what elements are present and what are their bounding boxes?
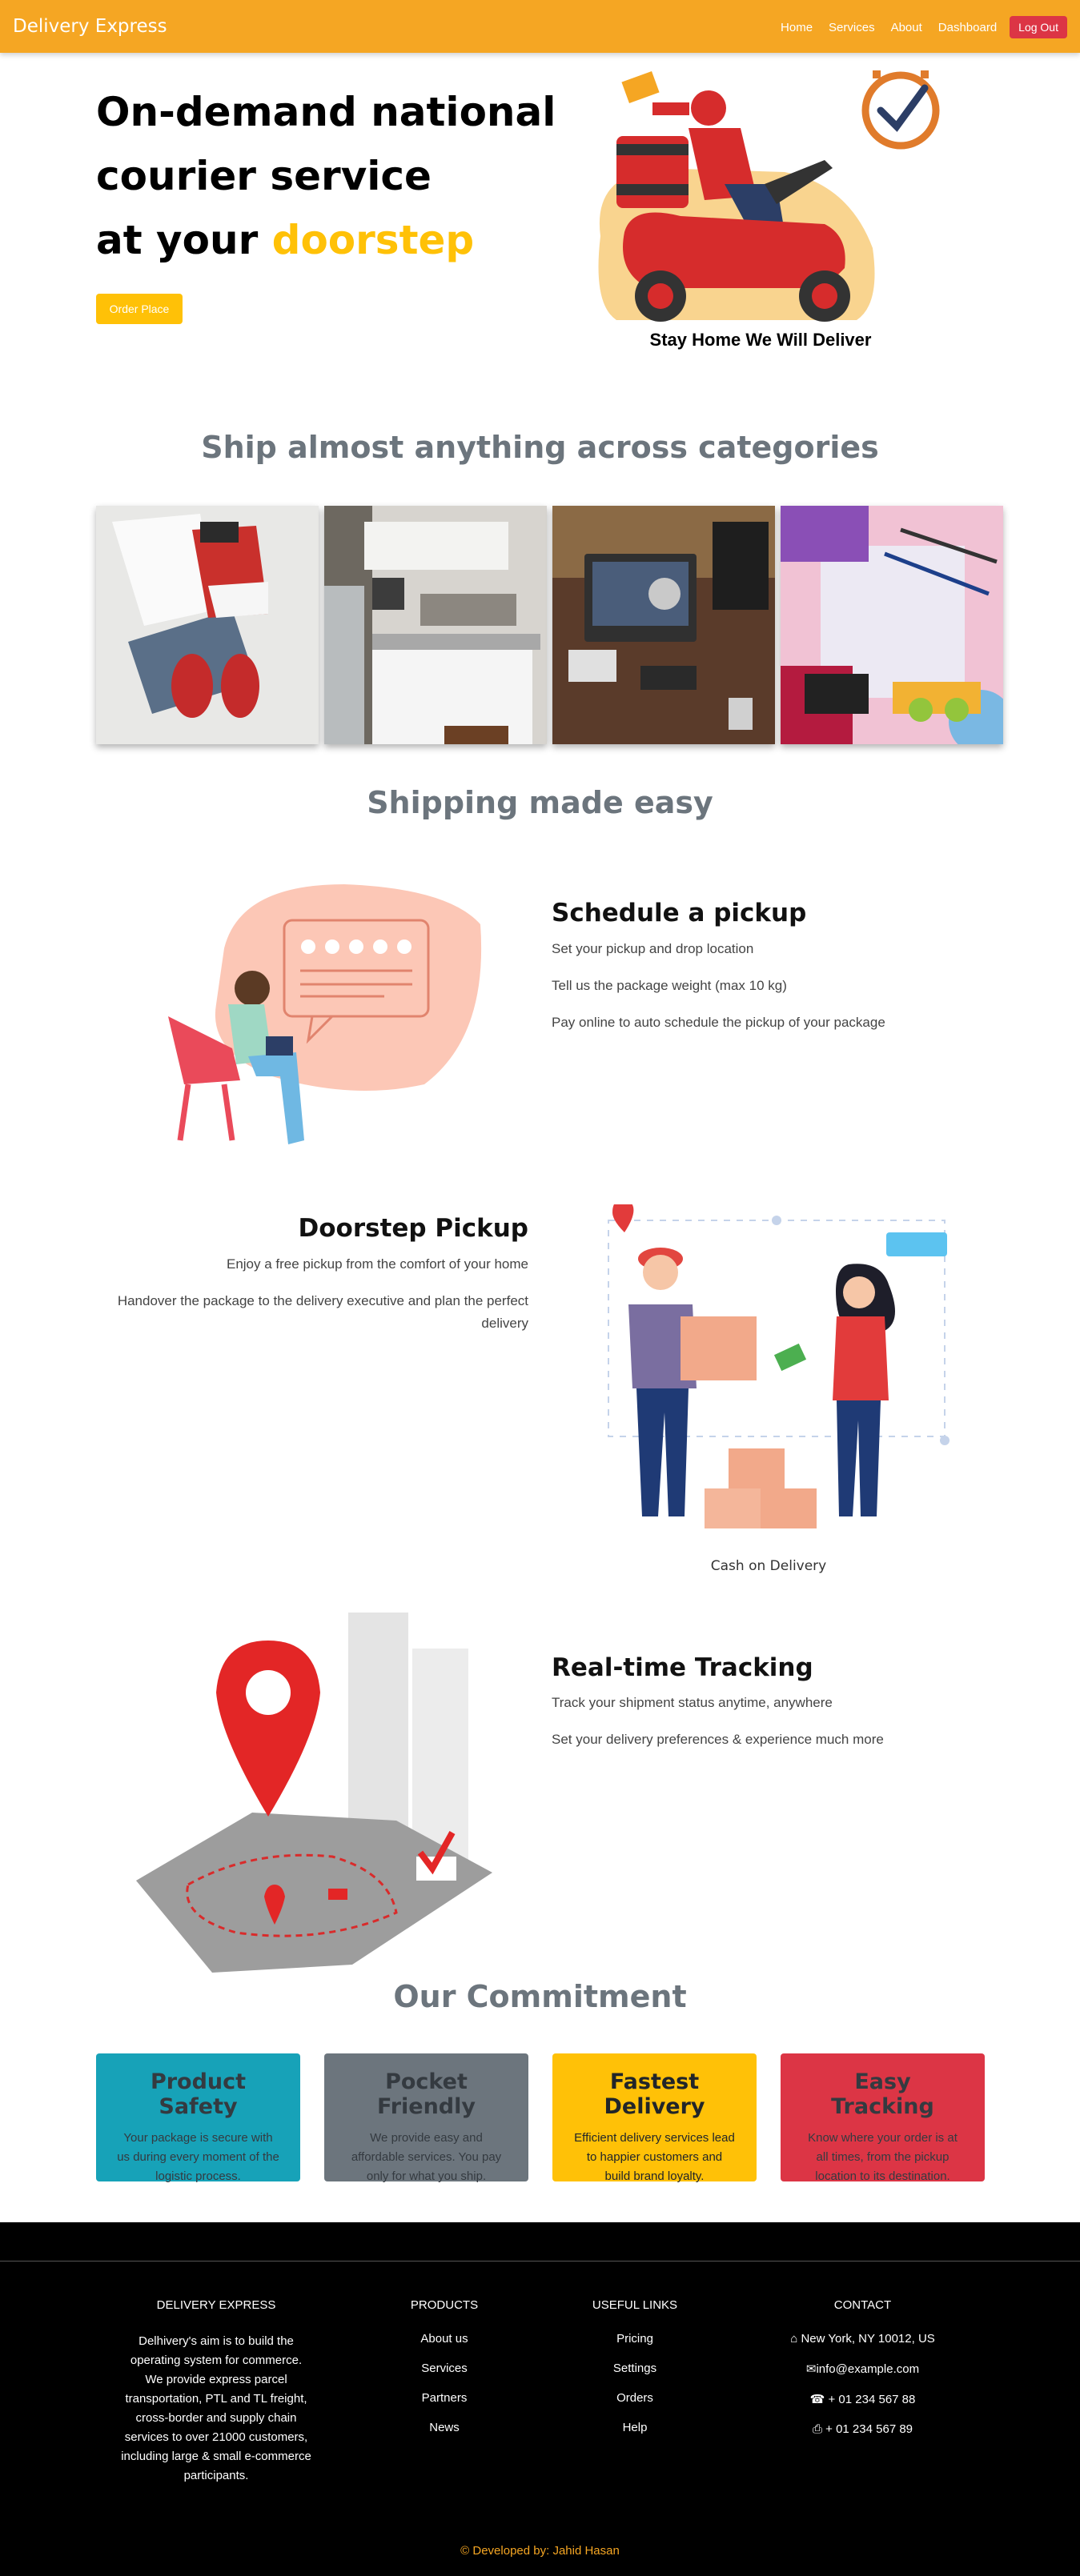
footer-products-title: PRODUCTS <box>410 2298 479 2312</box>
footer-about-text: Delhivery's aim is to build the operatin… <box>121 2334 311 2482</box>
doorstep-pickup-title: Doorstep Pickup <box>298 1214 529 1243</box>
developer-credit: © Developed by: Jahid Hasan <box>460 2544 620 2558</box>
category-image-kitchen <box>324 506 547 744</box>
hero-line-1: On-demand national <box>96 89 556 135</box>
hero-line-3-prefix: at your <box>96 217 272 263</box>
nav-services[interactable]: Services <box>829 21 875 34</box>
schedule-line-3: Pay online to auto schedule the pickup o… <box>552 1015 885 1030</box>
phone-icon: ☎ <box>809 2393 825 2406</box>
category-image-stationery <box>781 506 1003 744</box>
hero-line-3: at your doorstep <box>96 208 556 272</box>
category-image-clothing <box>96 506 319 744</box>
schedule-line-2: Tell us the package weight (max 10 kg) <box>552 978 787 993</box>
shipping-title: Shipping made easy <box>367 785 713 820</box>
category-image-electronics <box>552 506 775 744</box>
footer-link-partners[interactable]: Partners <box>384 2391 504 2405</box>
real-time-tracking-illustration <box>136 1613 492 1973</box>
doorstep-line-2: Handover the package to the delivery exe… <box>117 1293 528 1331</box>
card-title: Pocket Friendly <box>376 2069 476 2119</box>
card-text: Efficient delivery services lead to happ… <box>574 2131 735 2183</box>
footer: DELIVERY EXPRESS Delhivery's aim is to b… <box>0 2222 1080 2576</box>
footer-divider <box>0 2261 1080 2262</box>
hero-caption: Stay Home We Will Deliver <box>649 330 872 350</box>
doorstep-line-1: Enjoy a free pickup from the comfort of … <box>226 1256 528 1272</box>
footer-contact: CONTACT ⌂ New York, NY 10012, US ✉info@e… <box>769 2298 957 2452</box>
footer-useful-links: USEFUL LINKS Pricing Settings Orders Hel… <box>575 2298 695 2450</box>
card-title: Product Safety <box>150 2069 247 2119</box>
schedule-line-1: Set your pickup and drop location <box>552 941 754 956</box>
footer-link-help[interactable]: Help <box>575 2421 695 2434</box>
home-icon: ⌂ <box>790 2332 798 2346</box>
real-time-tracking-title: Real-time Tracking <box>552 1653 813 1682</box>
envelope-icon: ✉ <box>805 2362 817 2376</box>
nav-about[interactable]: About <box>891 21 922 34</box>
contact-fax-text: + 01 234 567 89 <box>825 2422 913 2436</box>
contact-email-text: info@example.com <box>816 2362 920 2376</box>
footer-link-about-us[interactable]: About us <box>384 2332 504 2346</box>
printer-icon: ⎙ <box>812 2422 822 2436</box>
hero-accent-word: doorstep <box>271 217 475 263</box>
card-text: Your package is secure with us during ev… <box>117 2131 279 2183</box>
navbar: Delivery Express Home Services About Das… <box>0 0 1080 53</box>
tracking-line-2: Set your delivery preferences & experien… <box>552 1732 884 1747</box>
schedule-pickup-illustration <box>168 884 482 1144</box>
logout-button[interactable]: Log Out <box>1010 16 1067 38</box>
contact-phone: ☎ + 01 234 567 88 <box>769 2392 957 2406</box>
footer-link-news[interactable]: News <box>384 2421 504 2434</box>
schedule-pickup-title: Schedule a pickup <box>552 899 807 927</box>
footer-link-settings[interactable]: Settings <box>575 2362 695 2375</box>
tracking-line-1: Track your shipment status anytime, anyw… <box>552 1695 833 1710</box>
card-fastest-delivery: Fastest Delivery Efficient delivery serv… <box>552 2053 757 2183</box>
footer-contact-title: CONTACT <box>833 2298 892 2312</box>
contact-email[interactable]: ✉info@example.com <box>769 2362 957 2376</box>
delivery-scooter-illustration <box>598 70 940 322</box>
contact-fax: ⎙ + 01 234 567 89 <box>769 2422 957 2436</box>
footer-about-title: DELIVERY EXPRESS <box>156 2298 276 2312</box>
card-text: Know where your order is at all times, f… <box>808 2131 958 2183</box>
cash-on-delivery-illustration <box>608 1204 950 1528</box>
footer-link-orders[interactable]: Orders <box>575 2391 695 2405</box>
footer-about: DELIVERY EXPRESS Delhivery's aim is to b… <box>120 2298 312 2486</box>
card-text: We provide easy and affordable services.… <box>351 2131 502 2183</box>
footer-products: PRODUCTS About us Services Partners News <box>384 2298 504 2450</box>
brand-logo[interactable]: Delivery Express <box>13 16 167 37</box>
hero-line-2: courier service <box>96 153 432 199</box>
card-title: Easy Tracking <box>831 2069 934 2119</box>
footer-link-services[interactable]: Services <box>384 2362 504 2375</box>
contact-address-text: New York, NY 10012, US <box>801 2332 935 2346</box>
card-title: Fastest Delivery <box>604 2069 705 2119</box>
cash-on-delivery-caption: Cash on Delivery <box>710 1558 827 1574</box>
contact-phone-text: + 01 234 567 88 <box>828 2393 916 2406</box>
order-place-button[interactable]: Order Place <box>96 294 183 324</box>
categories-title: Ship almost anything across categories <box>201 430 879 465</box>
nav-home[interactable]: Home <box>781 21 813 34</box>
card-easy-tracking: Easy Tracking Know where your order is a… <box>781 2053 985 2183</box>
card-product-safety: Product Safety Your package is secure wi… <box>96 2053 300 2183</box>
commitment-title: Our Commitment <box>393 1979 687 2014</box>
nav-dashboard[interactable]: Dashboard <box>938 21 997 34</box>
hero-heading: On-demand national courier service at yo… <box>96 80 556 272</box>
nav-links: Home Services About Dashboard Log Out <box>765 16 1067 38</box>
card-pocket-friendly: Pocket Friendly We provide easy and affo… <box>324 2053 528 2183</box>
footer-link-pricing[interactable]: Pricing <box>575 2332 695 2346</box>
contact-address: ⌂ New York, NY 10012, US <box>769 2332 957 2346</box>
footer-useful-title: USEFUL LINKS <box>592 2298 678 2312</box>
